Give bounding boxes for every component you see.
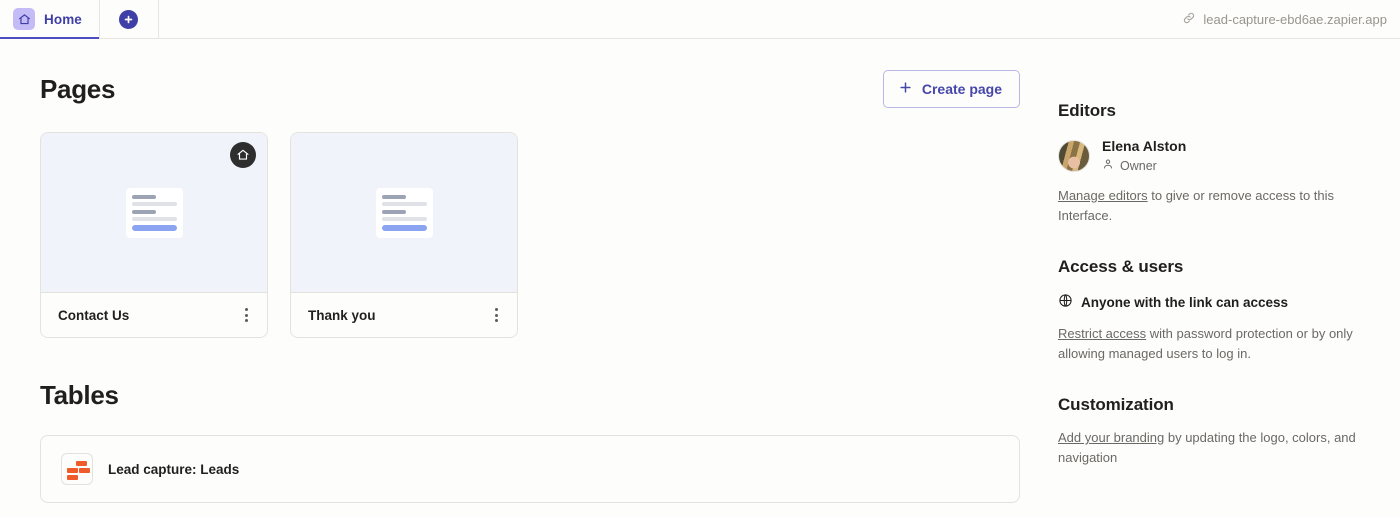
kebab-dot (245, 313, 248, 317)
manage-editors-note: Manage editors to give or remove access … (1058, 186, 1358, 226)
editors-title: Editors (1058, 101, 1116, 120)
person-icon (1102, 158, 1114, 173)
thumb-bar (131, 217, 177, 221)
top-tab-bar: Home lead-capture-ebd6ae.zapier.app (0, 0, 1400, 39)
kebab-menu-icon[interactable] (241, 303, 252, 327)
thumb-bar (131, 194, 157, 199)
access-title: Access & users (1058, 257, 1184, 276)
create-page-button[interactable]: Create page (882, 70, 1020, 108)
page-card-preview (41, 133, 267, 293)
page-card-title: Contact Us (58, 307, 130, 323)
pages-card-grid: Contact Us Thank you (40, 132, 1040, 338)
page-title: Pages (40, 73, 116, 104)
page-card-footer: Thank you (291, 293, 517, 337)
editors-section: Editors Elena Alston Owner Manage editor… (1058, 101, 1400, 226)
page-card-title: Thank you (308, 307, 376, 323)
kebab-dot (495, 319, 498, 322)
customization-title: Customization (1058, 395, 1174, 414)
page-thumbnail (125, 187, 183, 238)
page-card[interactable]: Thank you (290, 132, 518, 338)
customization-section: Customization Add your branding by updat… (1058, 395, 1400, 468)
add-branding-link[interactable]: Add your branding (1058, 430, 1164, 445)
plus-icon (898, 80, 913, 98)
pages-section-header: Pages Create page (40, 70, 1020, 108)
thumb-bar-cta (131, 224, 177, 231)
thumb-bar (131, 209, 157, 214)
avatar (1058, 139, 1090, 172)
manage-editors-link[interactable]: Manage editors (1058, 188, 1148, 203)
url-text: lead-capture-ebd6ae.zapier.app (1203, 11, 1387, 27)
kebab-dot (245, 308, 248, 311)
restrict-access-note: Restrict access with password protection… (1058, 324, 1358, 364)
page-card-preview (291, 133, 517, 293)
interface-url[interactable]: lead-capture-ebd6ae.zapier.app (1182, 0, 1400, 38)
page-card-footer: Contact Us (41, 293, 267, 337)
right-sidebar: Editors Elena Alston Owner Manage editor… (1040, 39, 1400, 517)
editor-entry: Elena Alston Owner (1058, 138, 1400, 173)
thumb-bar (381, 217, 427, 221)
kebab-menu-icon[interactable] (491, 303, 502, 327)
add-tab-button[interactable] (100, 0, 159, 38)
tables-title: Tables (40, 380, 119, 410)
restrict-access-link[interactable]: Restrict access (1058, 326, 1146, 341)
main-content: Pages Create page Contact Us Thank you T… (0, 39, 1040, 517)
thumb-bar (381, 202, 427, 206)
link-icon (1182, 11, 1196, 28)
zapier-tables-icon (61, 453, 93, 485)
kebab-dot (495, 313, 498, 317)
page-body: Pages Create page Contact Us Thank you T… (0, 39, 1400, 517)
kebab-dot (245, 319, 248, 322)
create-page-label: Create page (921, 81, 1002, 97)
page-card[interactable]: Contact Us (40, 132, 268, 338)
globe-icon (1058, 293, 1073, 311)
thumb-bar (131, 202, 177, 206)
tab-home-label: Home (44, 11, 82, 27)
page-thumbnail (375, 187, 433, 238)
thumb-bar (381, 194, 407, 199)
thumb-bar (381, 209, 407, 214)
access-status-label: Anyone with the link can access (1081, 294, 1289, 310)
kebab-dot (495, 308, 498, 311)
home-icon (13, 8, 35, 30)
editor-role-label: Owner (1120, 158, 1157, 173)
branding-note: Add your branding by updating the logo, … (1058, 428, 1358, 468)
editor-name: Elena Alston (1102, 138, 1187, 154)
table-name: Lead capture: Leads (108, 461, 240, 477)
access-section: Access & users Anyone with the link can … (1058, 257, 1400, 364)
table-list-item[interactable]: Lead capture: Leads (40, 435, 1020, 503)
thumb-bar-cta (381, 224, 427, 231)
plus-circle-icon (119, 9, 139, 29)
access-status: Anyone with the link can access (1058, 293, 1400, 311)
home-page-badge-icon[interactable] (230, 142, 256, 168)
tab-home[interactable]: Home (0, 0, 100, 39)
editor-role: Owner (1102, 158, 1186, 173)
